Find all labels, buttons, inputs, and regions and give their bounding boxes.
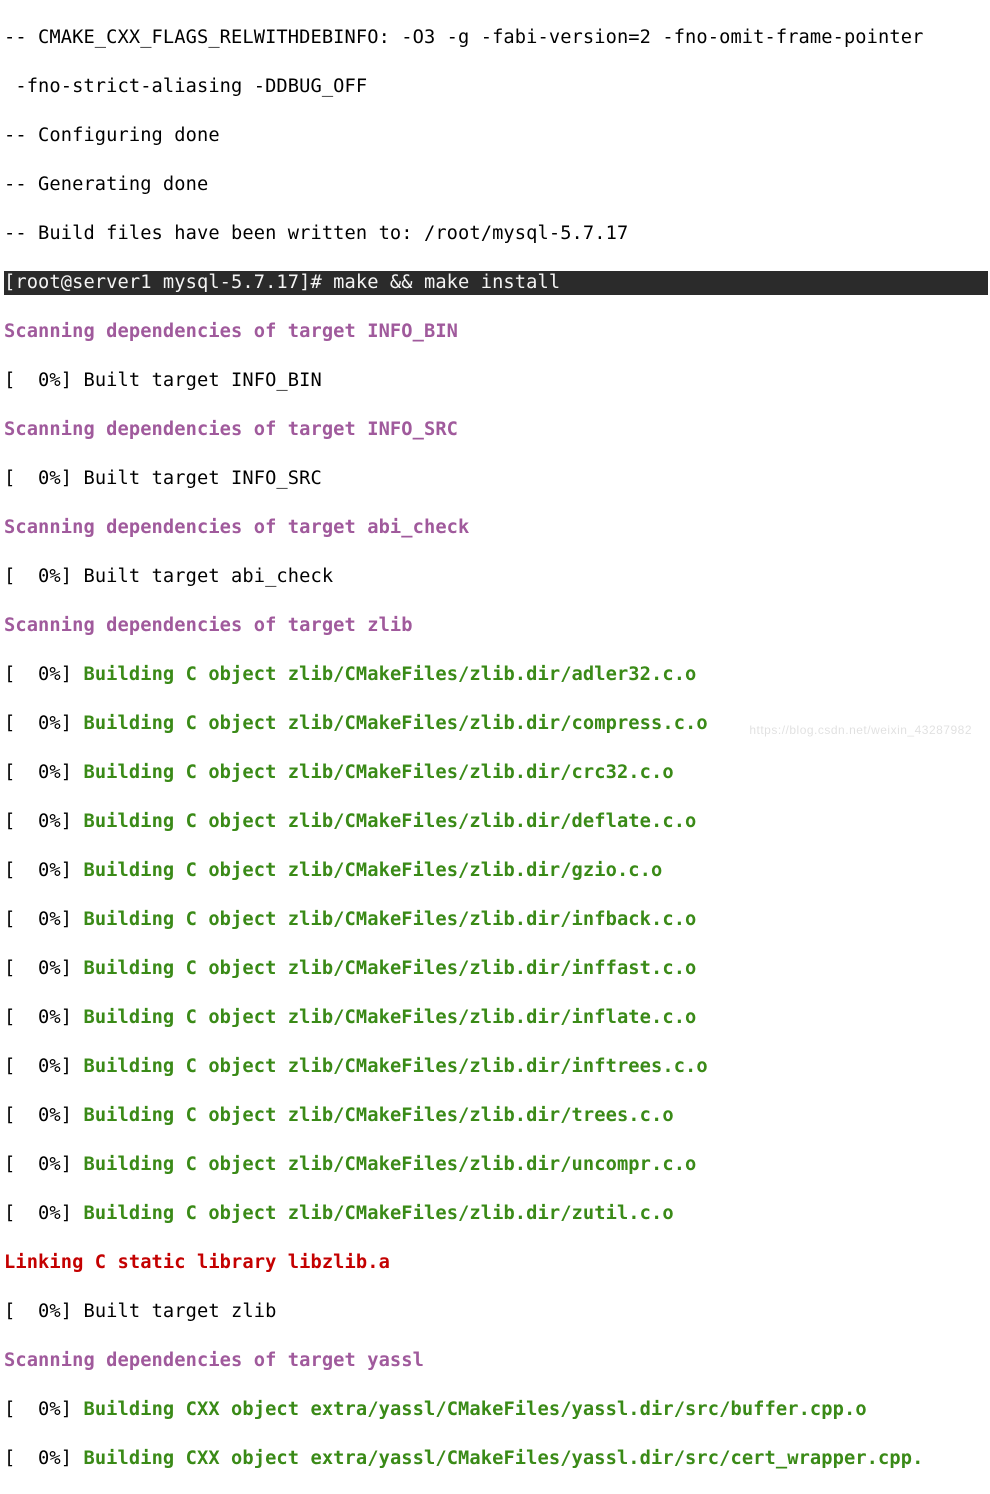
progress-pct: [ 0%] bbox=[4, 468, 83, 489]
built-text: Built target abi_check bbox=[83, 566, 333, 587]
progress-pct: [ 0%] bbox=[4, 860, 83, 881]
progress-pct: [ 0%] bbox=[4, 713, 83, 734]
build-text: Building C object zlib/CMakeFiles/zlib.d… bbox=[83, 1056, 707, 1077]
progress-pct: [ 0%] bbox=[4, 664, 83, 685]
scan-line: Scanning dependencies of target INFO_BIN bbox=[4, 320, 988, 345]
build-text: Building C object zlib/CMakeFiles/zlib.d… bbox=[83, 762, 673, 783]
build-text: Building C object zlib/CMakeFiles/zlib.d… bbox=[83, 713, 707, 734]
cmake-flag-line: -fno-strict-aliasing -DDBUG_OFF bbox=[4, 75, 988, 100]
built-line: [ 0%] Built target abi_check bbox=[4, 565, 988, 590]
build-text: Building CXX object extra/yassl/CMakeFil… bbox=[83, 1399, 866, 1420]
progress-pct: [ 0%] bbox=[4, 1105, 83, 1126]
progress-pct: [ 0%] bbox=[4, 370, 83, 391]
build-line: [ 0%] Building C object zlib/CMakeFiles/… bbox=[4, 1153, 988, 1178]
scan-line: Scanning dependencies of target INFO_SRC bbox=[4, 418, 988, 443]
progress-pct: [ 0%] bbox=[4, 909, 83, 930]
progress-pct: [ 0%] bbox=[4, 1056, 83, 1077]
build-text: Building C object zlib/CMakeFiles/zlib.d… bbox=[83, 811, 696, 832]
build-line: [ 0%] Building C object zlib/CMakeFiles/… bbox=[4, 859, 988, 884]
scan-line: Scanning dependencies of target zlib bbox=[4, 614, 988, 639]
build-line: [ 0%] Building CXX object extra/yassl/CM… bbox=[4, 1447, 988, 1472]
build-line: [ 0%] Building CXX object extra/yassl/CM… bbox=[4, 1398, 988, 1423]
build-line: [ 0%] Building C object zlib/CMakeFiles/… bbox=[4, 1006, 988, 1031]
cmake-status-line: -- Build files have been written to: /ro… bbox=[4, 222, 988, 247]
build-line: [ 0%] Building C object zlib/CMakeFiles/… bbox=[4, 810, 988, 835]
built-line: [ 0%] Built target INFO_SRC bbox=[4, 467, 988, 492]
build-line: [ 0%] Building C object zlib/CMakeFiles/… bbox=[4, 957, 988, 982]
build-text: Building C object zlib/CMakeFiles/zlib.d… bbox=[83, 1007, 696, 1028]
progress-pct: [ 0%] bbox=[4, 1203, 83, 1224]
built-text: Built target INFO_BIN bbox=[83, 370, 321, 391]
terminal-output[interactable]: -- CMAKE_CXX_FLAGS_RELWITHDEBINFO: -O3 -… bbox=[0, 0, 990, 1494]
scan-line: Scanning dependencies of target abi_chec… bbox=[4, 516, 988, 541]
build-text: Building C object zlib/CMakeFiles/zlib.d… bbox=[83, 1203, 673, 1224]
scan-line: Scanning dependencies of target yassl bbox=[4, 1349, 988, 1374]
progress-pct: [ 0%] bbox=[4, 762, 83, 783]
build-text: Building C object zlib/CMakeFiles/zlib.d… bbox=[83, 664, 696, 685]
cmake-status-line: -- Configuring done bbox=[4, 124, 988, 149]
build-text: Building C object zlib/CMakeFiles/zlib.d… bbox=[83, 1154, 696, 1175]
watermark-text: https://blog.csdn.net/weixin_43287982 bbox=[749, 718, 972, 743]
cmake-flag-line: -- CMAKE_CXX_FLAGS_RELWITHDEBINFO: -O3 -… bbox=[4, 26, 988, 51]
build-line: [ 0%] Building C object zlib/CMakeFiles/… bbox=[4, 1055, 988, 1080]
progress-pct: [ 0%] bbox=[4, 811, 83, 832]
build-text: Building CXX object extra/yassl/CMakeFil… bbox=[83, 1448, 923, 1469]
progress-pct: [ 0%] bbox=[4, 958, 83, 979]
shell-prompt[interactable]: [root@server1 mysql-5.7.17]# make && mak… bbox=[4, 271, 988, 296]
progress-pct: [ 0%] bbox=[4, 1154, 83, 1175]
progress-pct: [ 0%] bbox=[4, 1301, 83, 1322]
progress-pct: [ 0%] bbox=[4, 566, 83, 587]
built-line: [ 0%] Built target zlib bbox=[4, 1300, 988, 1325]
progress-pct: [ 0%] bbox=[4, 1448, 83, 1469]
build-text: Building C object zlib/CMakeFiles/zlib.d… bbox=[83, 909, 696, 930]
build-text: Building C object zlib/CMakeFiles/zlib.d… bbox=[83, 1105, 673, 1126]
build-line: [ 0%] Building C object zlib/CMakeFiles/… bbox=[4, 663, 988, 688]
build-text: Building C object zlib/CMakeFiles/zlib.d… bbox=[83, 860, 662, 881]
progress-pct: [ 0%] bbox=[4, 1007, 83, 1028]
build-line: [ 0%] Building C object zlib/CMakeFiles/… bbox=[4, 761, 988, 786]
built-line: [ 0%] Built target INFO_BIN bbox=[4, 369, 988, 394]
build-text: Building C object zlib/CMakeFiles/zlib.d… bbox=[83, 958, 696, 979]
build-line: [ 0%] Building C object zlib/CMakeFiles/… bbox=[4, 908, 988, 933]
built-text: Built target zlib bbox=[83, 1301, 276, 1322]
progress-pct: [ 0%] bbox=[4, 1399, 83, 1420]
link-line: Linking C static library libzlib.a bbox=[4, 1251, 988, 1276]
build-line: [ 0%] Building C object zlib/CMakeFiles/… bbox=[4, 1202, 988, 1227]
cmake-status-line: -- Generating done bbox=[4, 173, 988, 198]
built-text: Built target INFO_SRC bbox=[83, 468, 321, 489]
build-line: [ 0%] Building C object zlib/CMakeFiles/… bbox=[4, 1104, 988, 1129]
